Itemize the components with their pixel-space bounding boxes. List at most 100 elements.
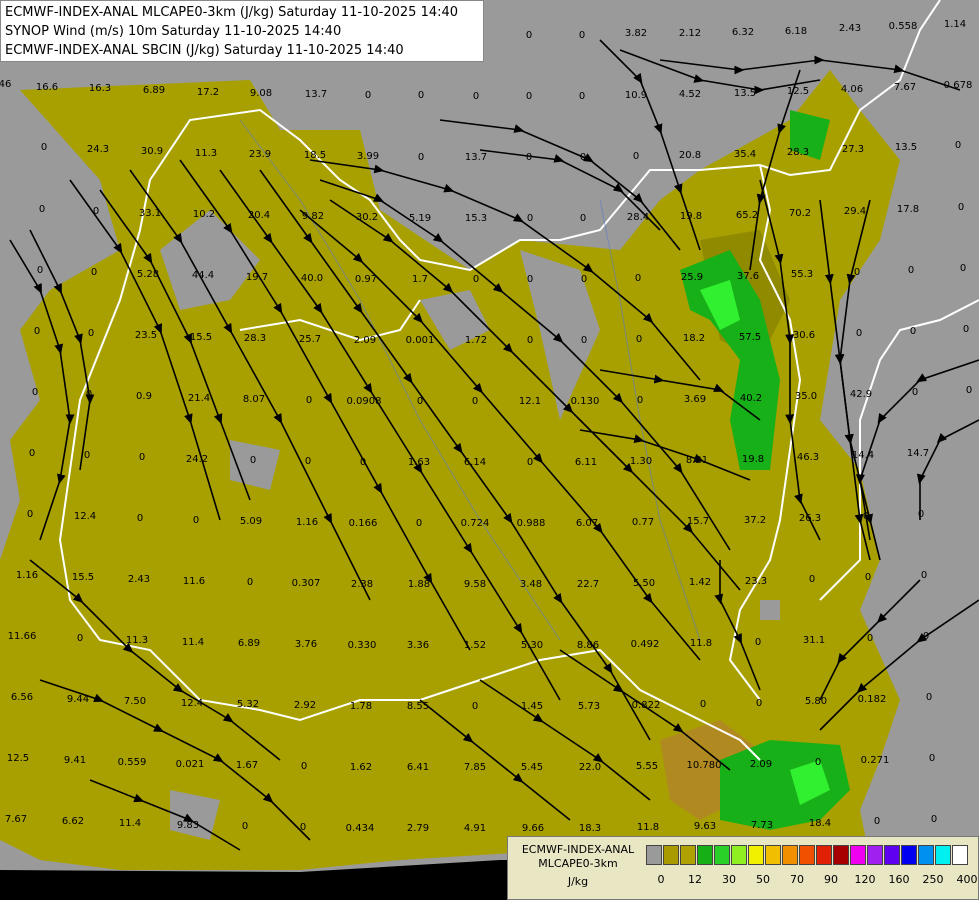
cape-value-label: 0 — [963, 324, 969, 335]
cape-value-label: 0 — [418, 90, 424, 101]
cape-value-label: 0 — [301, 761, 307, 772]
cape-value-label: 10.780 — [687, 760, 722, 771]
legend-swatch — [748, 845, 764, 865]
legend-tick: 30 — [722, 873, 736, 886]
cape-value-label: 0.558 — [889, 21, 918, 32]
header-line-cin: ECMWF-INDEX-ANAL SBCIN (J/kg) Saturday 1… — [5, 43, 404, 58]
cape-value-label: 0 — [473, 91, 479, 102]
cape-value-label: 1.16 — [16, 570, 38, 581]
cape-value-label: 0.9 — [136, 391, 152, 402]
cape-value-label: 0 — [305, 456, 311, 467]
cape-value-label: 35.0 — [795, 391, 817, 402]
cape-value-label: 46.3 — [797, 452, 819, 463]
legend-swatch — [884, 845, 900, 865]
cape-value-label: 23.5 — [135, 330, 157, 341]
cape-value-label: 16.6 — [36, 82, 58, 93]
legend-swatch — [731, 845, 747, 865]
cape-value-label: 5.55 — [636, 761, 658, 772]
cape-value-label: 5.32 — [237, 699, 259, 710]
cape-value-label: 57.5 — [739, 332, 761, 343]
cape-value-label: 4.91 — [464, 823, 486, 834]
cape-value-label: 15.5 — [72, 572, 94, 583]
cape-value-label: 21.4 — [188, 393, 210, 404]
cape-value-label: 0 — [958, 202, 964, 213]
cape-value-label: 0 — [580, 213, 586, 224]
cape-value-label: 0.492 — [631, 639, 660, 650]
cape-value-label: 5.45 — [521, 762, 543, 773]
cape-value-label: 9.41 — [64, 755, 86, 766]
cape-value-label: 0.77 — [632, 517, 654, 528]
cape-value-label: 6.11 — [575, 457, 597, 468]
cape-value-label: 1.88 — [408, 579, 430, 590]
cape-map: 46 16.6 16.3 6.89 17.2 9.08 13.7 0 0 0 0 0 10.9 4.52 1… — [0, 0, 979, 900]
cape-value-label: 5.28 — [137, 269, 159, 280]
cape-value-label: 46 — [0, 79, 11, 90]
cape-value-label: 11.6 — [183, 576, 205, 587]
cape-value-label: 0 — [856, 328, 862, 339]
cape-value-label: 0 — [27, 509, 33, 520]
legend-swatches — [646, 845, 969, 867]
cape-value-label: 12.5 — [787, 86, 809, 97]
cape-value-label: 70.2 — [789, 208, 811, 219]
cape-value-label: 19.8 — [742, 454, 764, 465]
cape-value-label: 9.63 — [694, 821, 716, 832]
cape-value-label: 0 — [32, 387, 38, 398]
cape-value-label: 0 — [865, 572, 871, 583]
cape-value-label: 1.45 — [521, 701, 543, 712]
cape-value-label: 25.9 — [681, 272, 703, 283]
cape-value-label: 6.56 — [11, 692, 33, 703]
cape-value-label: 0 — [34, 326, 40, 337]
cape-value-label: 0.988 — [517, 518, 546, 529]
cape-value-label: 18.3 — [579, 823, 601, 834]
cape-value-label: 20.8 — [679, 150, 701, 161]
cape-value-label: 0.021 — [176, 759, 205, 770]
cape-value-label: 15.7 — [687, 516, 709, 527]
cape-value-label: 11.4 — [119, 818, 141, 829]
cape-value-label: 0 — [854, 267, 860, 278]
cape-value-label: 0 — [365, 90, 371, 101]
legend-swatch — [816, 845, 832, 865]
cape-value-label: 0 — [955, 140, 961, 151]
legend-tick: 120 — [854, 873, 876, 886]
cape-value-label: 19.7 — [246, 272, 268, 283]
cape-value-label: 6.41 — [407, 762, 429, 773]
cape-value-label: 3.99 — [357, 151, 379, 162]
cape-value-label: 0 — [91, 267, 97, 278]
cape-value-label: 0 — [637, 395, 643, 406]
cape-value-label: 55.3 — [791, 269, 813, 280]
cape-value-label: 6.32 — [732, 27, 754, 38]
cape-value-label: 5.80 — [805, 696, 827, 707]
cape-value-label: 0 — [473, 274, 479, 285]
cape-value-label: 1.7 — [412, 274, 428, 285]
cape-value-label: 6.62 — [62, 816, 84, 827]
cape-value-label: 1.42 — [689, 577, 711, 588]
cape-value-label: 0 — [417, 396, 423, 407]
cape-value-label: 0 — [926, 692, 932, 703]
cape-value-label: 0 — [472, 701, 478, 712]
cape-value-label: 11.66 — [8, 631, 37, 642]
legend-tick: 400 — [956, 873, 978, 886]
cape-value-label: 0 — [418, 152, 424, 163]
cape-value-label: 12.5 — [7, 753, 29, 764]
cape-value-label: 30.2 — [356, 212, 378, 223]
cape-value-label: 11.8 — [690, 638, 712, 649]
cape-value-label: 7.73 — [751, 820, 773, 831]
cape-value-label: 0 — [527, 335, 533, 346]
cape-value-label: 0.0908 — [347, 396, 382, 407]
cape-value-label: 0 — [29, 448, 35, 459]
cape-value-label: 9.66 — [522, 823, 544, 834]
cape-value-label: 40.2 — [740, 393, 762, 404]
cape-value-label: 0 — [88, 328, 94, 339]
color-legend: ECMWF-INDEX-ANAL MLCAPE0-3km J/kg 0 12 30 5… — [507, 836, 979, 900]
legend-swatch — [935, 845, 951, 865]
cape-value-label: 10.2 — [193, 209, 215, 220]
cape-value-label: 0.724 — [461, 518, 490, 529]
legend-swatch — [697, 845, 713, 865]
cape-value-label: 30.9 — [141, 146, 163, 157]
cape-value-label: 11.4 — [182, 637, 204, 648]
legend-tick: 12 — [688, 873, 702, 886]
cape-value-label: 37.6 — [737, 271, 759, 282]
cape-value-label: 40.0 — [301, 273, 323, 284]
cape-value-label: 25.7 — [299, 334, 321, 345]
cape-value-label: 0 — [633, 151, 639, 162]
